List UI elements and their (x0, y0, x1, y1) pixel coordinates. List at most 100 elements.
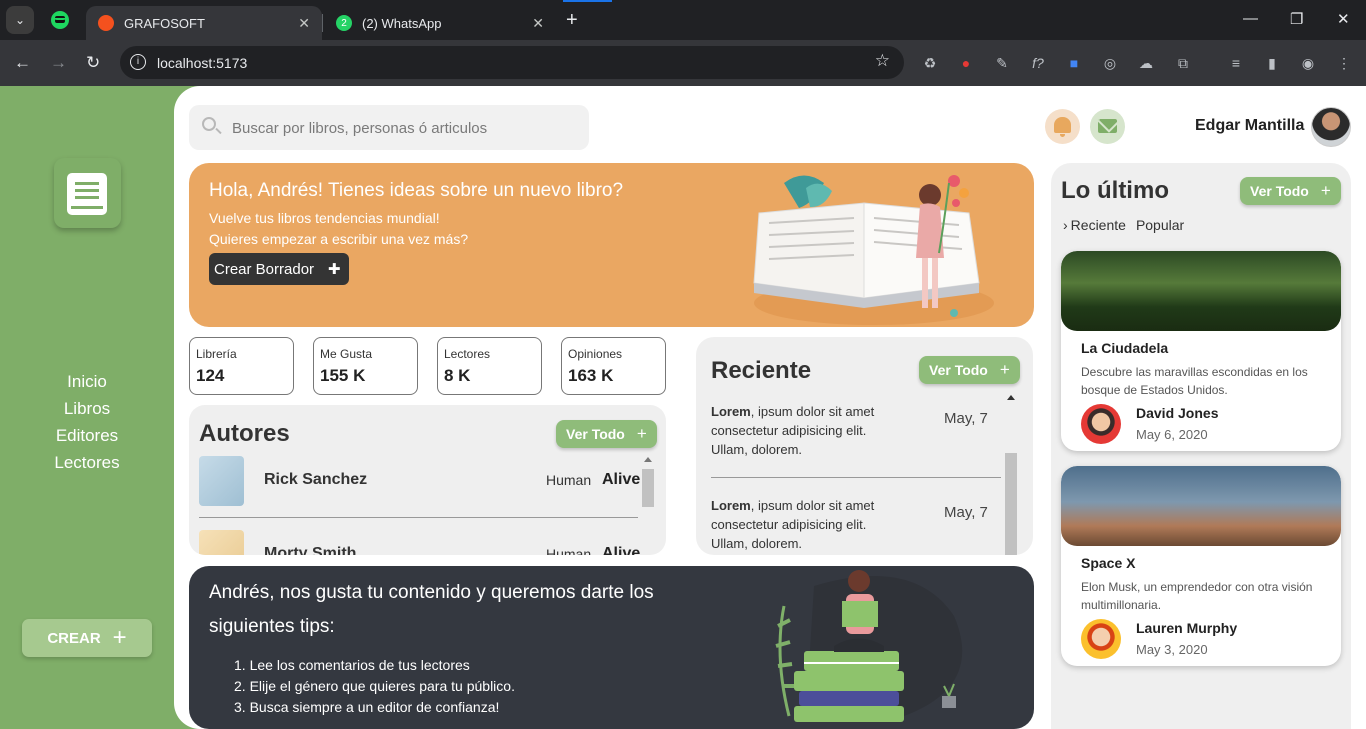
post-date: May 3, 2020 (1136, 642, 1208, 657)
address-bar[interactable]: i localhost:5173 ☆ (120, 46, 904, 79)
site-info-icon[interactable]: i (130, 54, 146, 70)
bookmark-star-icon[interactable]: ☆ (875, 51, 890, 71)
post-author: Lauren Murphy (1136, 620, 1238, 636)
post-author: David Jones (1136, 405, 1219, 421)
extensions-puzzle-icon[interactable]: ⧉ (1174, 54, 1192, 72)
notifications-button[interactable] (1045, 109, 1080, 144)
tab-search-dropdown[interactable]: ⌄ (6, 6, 34, 34)
back-icon[interactable]: ← (14, 53, 31, 73)
plus-icon: ✚ (328, 261, 341, 278)
app-logo[interactable] (54, 158, 121, 228)
sidebar-item-editores[interactable]: Editores (0, 426, 174, 453)
browser-tab-strip: ⌄ GRAFOSOFT ✕ 2 (2) WhatsApp ✕ + — ❐ ✕ (0, 0, 1366, 40)
sidebar-item-libros[interactable]: Libros (0, 399, 174, 426)
tab-popular[interactable]: Popular (1136, 217, 1184, 233)
post-image (1061, 251, 1341, 331)
stat-value: 163 K (568, 366, 614, 385)
tips-list: 1. Lee los comentarios de tus lectores 2… (234, 655, 515, 718)
author-row[interactable]: Rick Sanchez Human Alive (199, 456, 640, 508)
hero-line-1: Vuelve tus libros tendencias mundial! (209, 210, 440, 226)
recent-scrollbar[interactable] (1005, 393, 1017, 555)
author-name: Rick Sanchez (264, 471, 368, 488)
recent-item-text: Lorem, ipsum dolor sit amet consectetur … (711, 496, 901, 553)
tip-item: 2. Elije el género que quieres para tu p… (234, 678, 515, 694)
post-card[interactable]: Space X Elon Musk, un emprendedor con ot… (1061, 466, 1341, 666)
forward-icon[interactable]: → (50, 53, 67, 73)
tab-reciente[interactable]: › Reciente (1063, 217, 1126, 233)
user-avatar[interactable] (1311, 107, 1351, 147)
new-tab-icon[interactable]: + (566, 9, 578, 32)
user-name[interactable]: Edgar Mantilla (1195, 117, 1304, 135)
restore-icon[interactable]: ❐ (1290, 10, 1303, 28)
close-tab-icon[interactable]: ✕ (532, 15, 544, 32)
tip-item: 1. Lee los comentarios de tus lectores (234, 657, 470, 673)
media-control-icon[interactable]: ≡ (1227, 54, 1245, 72)
reload-icon[interactable]: ↻ (86, 53, 100, 73)
recent-item[interactable]: Lorem, ipsum dolor sit amet consectetur … (711, 402, 1001, 472)
author-avatar (199, 456, 244, 506)
scroll-up-icon[interactable] (1007, 395, 1015, 400)
bell-icon (1054, 117, 1071, 137)
tab-indicator (563, 0, 612, 2)
tips-banner: Andrés, nos gusta tu contenido y queremo… (189, 566, 1034, 729)
reading-girl-illustration (775, 570, 963, 722)
font-extension-icon[interactable]: f? (1029, 54, 1047, 72)
sidebar-item-lectores[interactable]: Lectores (0, 453, 174, 480)
close-window-icon[interactable]: ✕ (1337, 10, 1350, 28)
divider (711, 477, 1001, 478)
minimize-icon[interactable]: — (1243, 10, 1258, 27)
profile-avatar-icon[interactable]: ◉ (1299, 54, 1317, 72)
latest-title: Lo último (1061, 177, 1169, 204)
browser-menu-icon[interactable]: ⋮ (1335, 54, 1353, 72)
browser-toolbar: ← → ↻ i localhost:5173 ☆ (0, 40, 1366, 86)
recent-panel: Reciente Ver Todo + Lorem, ipsum dolor s… (696, 337, 1033, 555)
adblock-extension-icon[interactable]: ● (957, 54, 975, 72)
sidebar-nav: Inicio Libros Editores Lectores (0, 372, 174, 480)
search-icon (202, 117, 216, 131)
messages-button[interactable] (1090, 109, 1125, 144)
authors-title: Autores (199, 420, 290, 447)
recent-item[interactable]: Lorem, ipsum dolor sit amet consectetur … (711, 496, 1001, 555)
author-row[interactable]: Morty Smith Human Alive (199, 530, 640, 555)
camera-extension-icon[interactable]: ◎ (1101, 54, 1119, 72)
author-avatar (199, 530, 244, 555)
recent-view-all-button[interactable]: Ver Todo + (919, 356, 1020, 384)
latest-view-all-button[interactable]: Ver Todo + (1240, 177, 1341, 205)
translate-extension-icon[interactable]: ■ (1065, 54, 1083, 72)
author-name: Morty Smith (264, 545, 357, 555)
authors-scrollbar[interactable] (642, 457, 654, 555)
post-card[interactable]: La Ciudadela Descubre las maravillas esc… (1061, 251, 1341, 451)
recent-item-text: Lorem, ipsum dolor sit amet consectetur … (711, 402, 901, 459)
create-button[interactable]: CREAR + (22, 619, 152, 657)
cloud-extension-icon[interactable]: ☁ (1137, 54, 1155, 72)
scrollbar-thumb[interactable] (642, 469, 654, 507)
close-tab-icon[interactable]: ✕ (298, 15, 310, 32)
stat-label: Lectores (444, 347, 491, 361)
tips-title: Andrés, nos gusta tu contenido y queremo… (209, 582, 654, 637)
mail-icon (1098, 119, 1117, 133)
recycle-extension-icon[interactable]: ♻ (921, 54, 939, 72)
stat-value: 8 K (444, 366, 471, 385)
scroll-up-icon[interactable] (644, 457, 652, 462)
tab-grafosoft[interactable]: GRAFOSOFT ✕ (86, 6, 322, 40)
side-panel-icon[interactable]: ▮ (1263, 54, 1281, 72)
scrollbar-thumb[interactable] (1005, 453, 1017, 555)
hero-subtitle: Vuelve tus libros tendencias mundial! Qu… (209, 208, 468, 250)
tab-title: (2) WhatsApp (362, 15, 442, 31)
spotify-pinned-tab-icon[interactable] (51, 11, 69, 29)
chevron-right-icon: › (1063, 217, 1068, 233)
recent-item-bold: Lorem (711, 404, 751, 419)
main-content: Buscar por libros, personas ó articulos … (174, 86, 1366, 729)
tab-divider (322, 14, 323, 32)
sidebar-item-inicio[interactable]: Inicio (0, 372, 174, 399)
create-draft-button[interactable]: Crear Borrador ✚ (209, 253, 349, 285)
search-input[interactable]: Buscar por libros, personas ó articulos (189, 105, 589, 150)
post-description: Elon Musk, un emprendedor con otra visió… (1081, 580, 1313, 612)
authors-view-all-button[interactable]: Ver Todo + (556, 420, 657, 448)
author-species: Human (546, 546, 592, 555)
post-title: Space X (1081, 555, 1136, 571)
author-avatar (1081, 619, 1121, 659)
tab-whatsapp[interactable]: 2 (2) WhatsApp ✕ (324, 6, 556, 40)
stat-opiniones: Opiniones 163 K (561, 337, 666, 395)
eyedropper-extension-icon[interactable]: ✎ (993, 54, 1011, 72)
